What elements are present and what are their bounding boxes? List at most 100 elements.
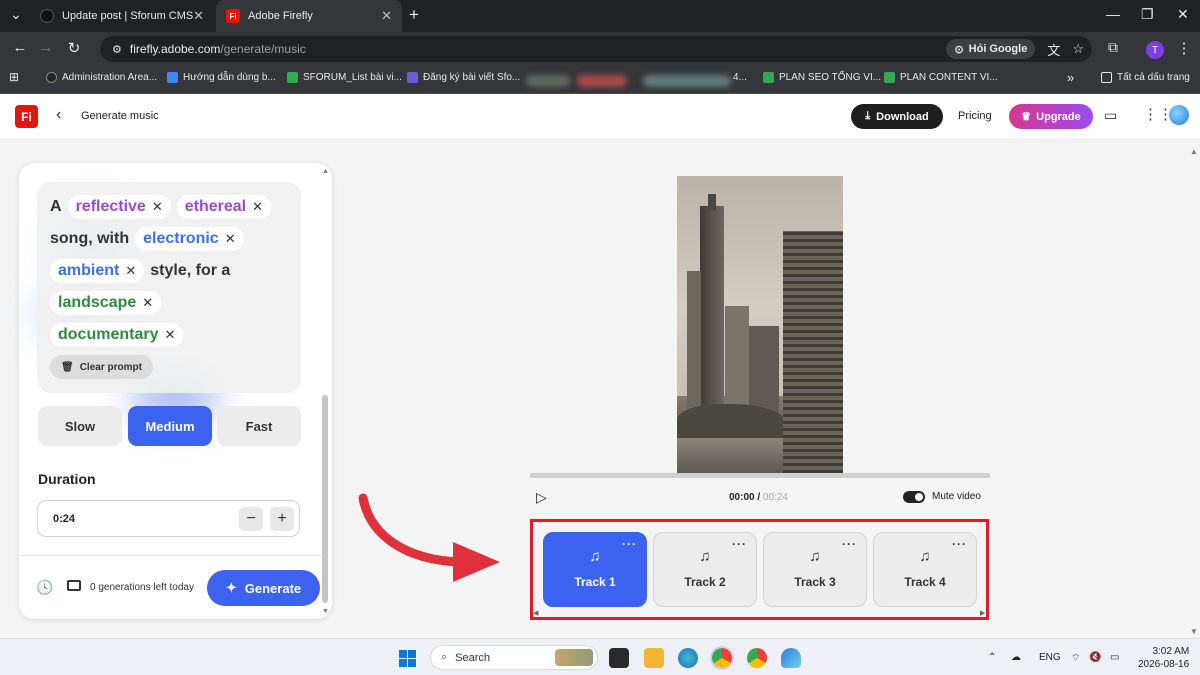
more-bookmarks-icon[interactable]: » <box>1067 70 1074 85</box>
chrome-icon[interactable] <box>710 646 734 670</box>
bookmark-star-icon[interactable]: ☆ <box>1072 41 1084 57</box>
video-building <box>725 306 749 416</box>
file-explorer-icon[interactable] <box>644 648 664 668</box>
download-button[interactable]: ⤓ Download <box>851 104 943 129</box>
profile-avatar[interactable]: T <box>1146 41 1164 59</box>
sforum-favicon-icon <box>40 9 54 23</box>
download-label: Download <box>876 110 929 123</box>
remove-chip-icon[interactable]: ✕ <box>252 199 263 215</box>
history-icon[interactable]: 🕓 <box>36 579 53 596</box>
prompt-chip-electronic[interactable]: electronic ✕ <box>135 227 244 251</box>
bookmark-item[interactable]: SFORUM_List bài vi... <box>287 72 402 83</box>
tracks-scroll-left-icon[interactable]: ◀ <box>533 609 538 617</box>
extensions-icon[interactable]: ⧉ <box>1103 39 1123 56</box>
prompt-chip-reflective[interactable]: reflective ✕ <box>67 195 171 219</box>
track-4-card[interactable]: ··· ♫ Track 4 <box>873 532 977 607</box>
clear-prompt-button[interactable]: 🗑 Clear prompt <box>50 355 153 379</box>
all-bookmarks-folder[interactable]: Tất cả dấu trang <box>1101 72 1190 83</box>
taskbar-search[interactable]: ⌕ Search <box>430 645 598 670</box>
store-app-icon[interactable] <box>781 648 801 668</box>
track-3-card[interactable]: ··· ♫ Track 3 <box>763 532 867 607</box>
feedback-icon[interactable]: ▭ <box>1104 107 1117 124</box>
tray-chevron-icon[interactable]: ⌃ <box>988 652 996 663</box>
address-bar[interactable]: ⚙ firefly.adobe.com/generate/music ⊙ Hỏi… <box>100 36 1092 62</box>
close-tab-icon[interactable]: ✕ <box>193 8 204 24</box>
play-icon[interactable]: ▷ <box>536 489 547 506</box>
tracks-scroll-right-icon[interactable]: ▶ <box>980 609 985 617</box>
tempo-medium-button[interactable]: Medium <box>128 406 212 446</box>
remove-chip-icon[interactable]: ✕ <box>125 263 136 279</box>
tab-sforum-cms[interactable]: Update post | Sforum CMS ✕ <box>30 0 214 32</box>
tempo-fast-button[interactable]: Fast <box>217 406 301 446</box>
blurred-bookmark-tail: 4... <box>733 72 747 83</box>
battery-icon[interactable]: ▭ <box>1110 652 1119 663</box>
windows-start-icon[interactable] <box>399 650 416 667</box>
language-indicator[interactable]: ENG <box>1039 652 1061 663</box>
bookmark-label: PLAN SEO TỔNG VI... <box>779 72 882 83</box>
form-icon <box>407 72 418 83</box>
bookmark-item[interactable]: Hướng dẫn dùng b... <box>167 72 276 83</box>
browser-tabstrip: ⌄ Update post | Sforum CMS ✕ Fi Adobe Fi… <box>0 0 1200 32</box>
site-info-icon[interactable]: ⚙ <box>112 43 122 56</box>
speaker-muted-icon[interactable]: 🔇 <box>1089 652 1101 663</box>
forward-arrow-icon[interactable]: → <box>36 39 56 56</box>
prompt-chip-ambient[interactable]: ambient ✕ <box>50 259 145 283</box>
chrome-profile-icon[interactable] <box>747 648 767 668</box>
back-arrow-icon[interactable]: ← <box>10 39 30 56</box>
new-tab-icon[interactable]: + <box>409 5 419 25</box>
bookmark-item[interactable]: PLAN CONTENT VI... <box>884 72 998 83</box>
sheets-icon <box>287 72 298 83</box>
onedrive-icon[interactable]: ☁ <box>1011 652 1021 663</box>
remove-chip-icon[interactable]: ✕ <box>142 295 153 311</box>
taskbar-clock[interactable]: 3:02 AM 2026-08-16 <box>1138 645 1189 671</box>
tab-search-icon[interactable]: ⌄ <box>10 6 22 23</box>
edge-icon[interactable] <box>678 648 698 668</box>
restore-icon[interactable]: ❐ <box>1141 6 1154 23</box>
prompt-chip-landscape[interactable]: landscape ✕ <box>50 291 162 315</box>
translate-icon[interactable]: 文 <box>1047 40 1060 59</box>
lens-icon: ⊙ <box>954 43 964 56</box>
bookmark-item[interactable]: PLAN SEO TỔNG VI... <box>763 72 881 83</box>
track-1-card[interactable]: ··· ♫ Track 1 <box>543 532 647 607</box>
page-title: Generate music <box>81 110 159 122</box>
back-chevron-icon[interactable]: ‹ <box>56 106 61 124</box>
minimize-icon[interactable]: — <box>1106 6 1120 22</box>
tempo-slow-button[interactable]: Slow <box>38 406 122 446</box>
panel-scrollbar[interactable] <box>322 395 328 603</box>
window-close-icon[interactable]: ✕ <box>1177 6 1189 23</box>
duration-increase-button[interactable]: + <box>270 507 294 531</box>
apps-grid-icon[interactable]: ⊞ <box>9 70 19 84</box>
close-tab-icon[interactable]: ✕ <box>381 8 392 24</box>
duration-decrease-button[interactable]: − <box>239 507 263 531</box>
remove-chip-icon[interactable]: ✕ <box>152 199 163 215</box>
mute-video-toggle[interactable] <box>903 491 925 503</box>
wifi-icon[interactable]: ⌔ <box>1071 652 1080 665</box>
page-scroll-up-icon[interactable]: ▲ <box>1190 147 1198 156</box>
reload-icon[interactable]: ↻ <box>64 39 84 57</box>
page-scroll-down-icon[interactable]: ▼ <box>1190 627 1198 636</box>
duration-field[interactable]: 0:24 − + <box>37 500 300 537</box>
video-progress-bar[interactable] <box>530 473 990 478</box>
scroll-up-arrow-icon[interactable]: ▲ <box>322 168 329 175</box>
user-avatar[interactable] <box>1169 105 1189 125</box>
scroll-down-arrow-icon[interactable]: ▼ <box>322 608 329 615</box>
tab-adobe-firefly[interactable]: Fi Adobe Firefly ✕ <box>216 0 402 32</box>
pricing-link[interactable]: Pricing <box>958 110 992 122</box>
bookmark-item[interactable]: Đăng ký bài viết Sfo... <box>407 72 520 83</box>
bookmark-label: Administration Area... <box>62 72 158 83</box>
prompt-text: A <box>50 198 62 215</box>
remove-chip-icon[interactable]: ✕ <box>164 327 175 343</box>
task-view-icon[interactable] <box>609 648 629 668</box>
track-2-card[interactable]: ··· ♫ Track 2 <box>653 532 757 607</box>
upgrade-button[interactable]: ♛ Upgrade <box>1009 104 1093 129</box>
bookmark-item[interactable]: Administration Area... <box>46 72 157 83</box>
ask-google-button[interactable]: ⊙ Hỏi Google <box>946 39 1036 59</box>
prompt-chip-ethereal[interactable]: ethereal ✕ <box>176 195 272 219</box>
prompt-chip-documentary[interactable]: documentary ✕ <box>50 323 184 347</box>
firefly-logo[interactable]: Fi <box>15 105 38 128</box>
video-preview[interactable] <box>677 176 843 473</box>
generate-button[interactable]: ✦ Generate <box>207 570 320 606</box>
bookmark-label: PLAN CONTENT VI... <box>900 72 998 83</box>
browser-menu-icon[interactable]: ⋮ <box>1174 39 1194 57</box>
remove-chip-icon[interactable]: ✕ <box>225 231 236 247</box>
